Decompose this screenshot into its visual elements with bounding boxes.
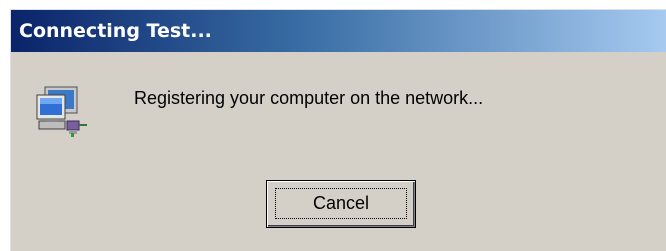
status-message: Registering your computer on the network… (134, 88, 484, 108)
title-bar[interactable]: Connecting Test... (11, 10, 666, 52)
cancel-button[interactable]: Cancel (266, 180, 416, 228)
window-title: Connecting Test... (19, 20, 212, 42)
connecting-dialog: Connecting Test... Registering your comp… (9, 8, 666, 251)
cancel-button-label: Cancel (275, 188, 407, 219)
network-computer-icon (35, 81, 89, 139)
